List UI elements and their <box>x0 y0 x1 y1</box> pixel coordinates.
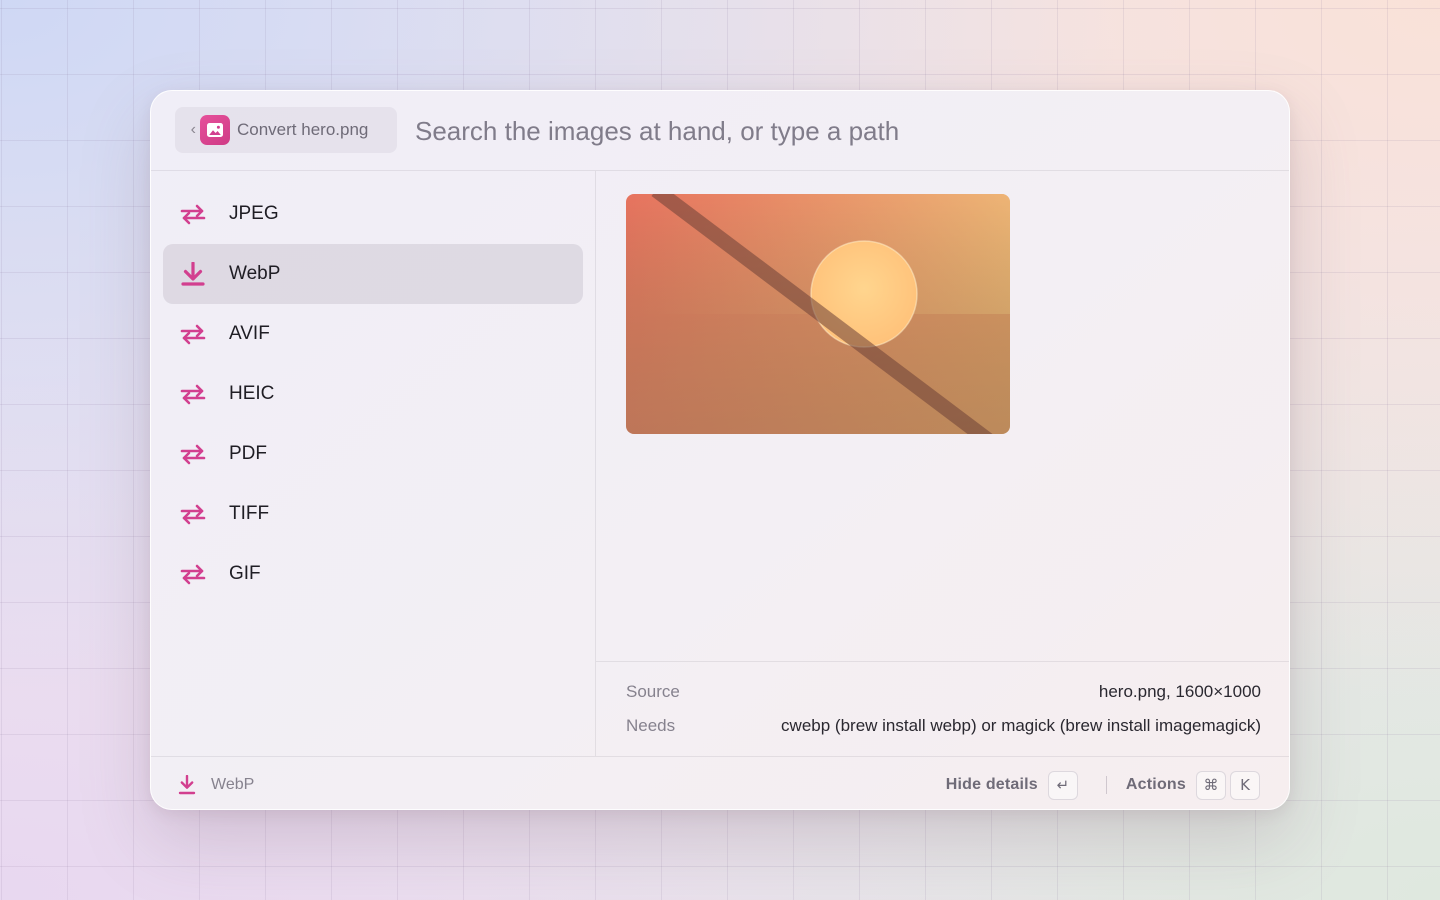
footer-selected-label: WebP <box>211 776 255 793</box>
convert-arrows-icon <box>180 444 206 465</box>
header-bar: ‹ Convert hero.png <box>151 91 1289 171</box>
format-label: JPEG <box>229 203 279 224</box>
download-icon <box>181 262 205 286</box>
command-label: Convert hero.png <box>237 120 369 139</box>
chevron-left-icon[interactable]: ‹ <box>175 121 199 139</box>
search-input[interactable] <box>415 111 1255 151</box>
format-label: WebP <box>229 263 281 284</box>
command-window: ‹ Convert hero.png JPEG <box>150 90 1290 810</box>
format-item-gif[interactable]: GIF <box>163 544 583 604</box>
format-list: JPEG WebP AVIF HEIC PDF TIFF GIF <box>151 171 596 756</box>
source-row: Source hero.png, 1600×1000 <box>626 682 1261 706</box>
convert-arrows-icon <box>180 564 206 585</box>
footer-divider <box>1105 776 1107 794</box>
footer-bar: WebP Hide details ↵ Actions ⌘ K <box>151 756 1289 809</box>
format-item-jpeg[interactable]: JPEG <box>163 184 583 244</box>
source-value: hero.png, 1600×1000 <box>1098 682 1261 701</box>
convert-arrows-icon <box>180 384 206 405</box>
needs-value: cwebp (brew install webp) or magick (bre… <box>781 716 1261 735</box>
detail-pane: Source hero.png, 1600×1000 Needs cwebp (… <box>596 171 1289 756</box>
format-item-heic[interactable]: HEIC <box>163 364 583 424</box>
actions-button[interactable]: Actions <box>1126 776 1186 794</box>
source-label: Source <box>626 682 680 701</box>
back-command-chip[interactable]: ‹ Convert hero.png <box>175 107 397 153</box>
format-item-avif[interactable]: AVIF <box>163 304 583 364</box>
image-preview <box>626 194 1010 434</box>
format-label: HEIC <box>229 383 275 404</box>
command-key-badge: ⌘ <box>1196 770 1226 800</box>
format-item-tiff[interactable]: TIFF <box>163 484 583 544</box>
hide-details-button[interactable]: Hide details <box>946 776 1038 794</box>
download-icon <box>178 775 196 795</box>
needs-row: Needs cwebp (brew install webp) or magic… <box>626 716 1261 740</box>
format-item-webp[interactable]: WebP <box>163 244 583 304</box>
image-app-icon <box>200 115 230 145</box>
metadata-panel: Source hero.png, 1600×1000 Needs cwebp (… <box>596 661 1289 756</box>
needs-label: Needs <box>626 716 676 735</box>
return-key-badge: ↵ <box>1047 770 1078 800</box>
format-label: TIFF <box>229 503 270 524</box>
convert-arrows-icon <box>180 324 206 345</box>
convert-arrows-icon <box>180 504 206 525</box>
format-item-pdf[interactable]: PDF <box>163 424 583 484</box>
footer-actions: Hide details ↵ Actions ⌘ K <box>946 770 1260 800</box>
format-label: AVIF <box>229 323 270 344</box>
k-key-badge: K <box>1230 770 1260 800</box>
convert-arrows-icon <box>180 204 206 225</box>
format-label: PDF <box>229 443 267 464</box>
format-label: GIF <box>229 563 261 584</box>
